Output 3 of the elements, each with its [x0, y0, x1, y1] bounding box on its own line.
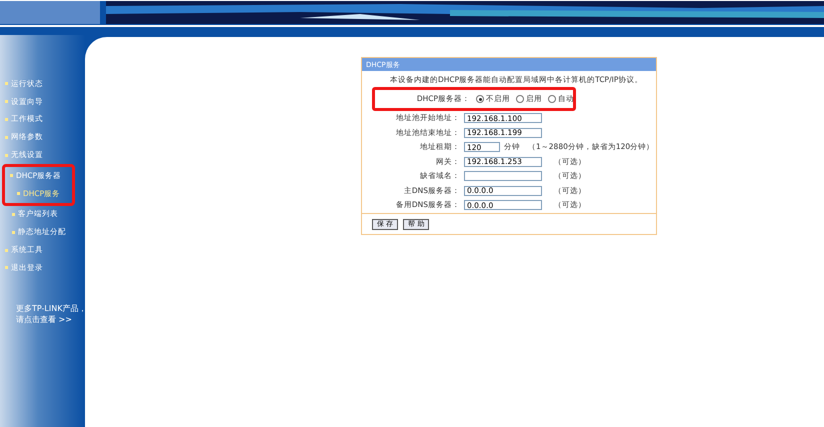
promo-text: 请点击查看 >>: [15, 314, 73, 325]
input-field[interactable]: [464, 171, 542, 182]
promo-text: 更多TP-LINK产品，: [15, 302, 85, 314]
